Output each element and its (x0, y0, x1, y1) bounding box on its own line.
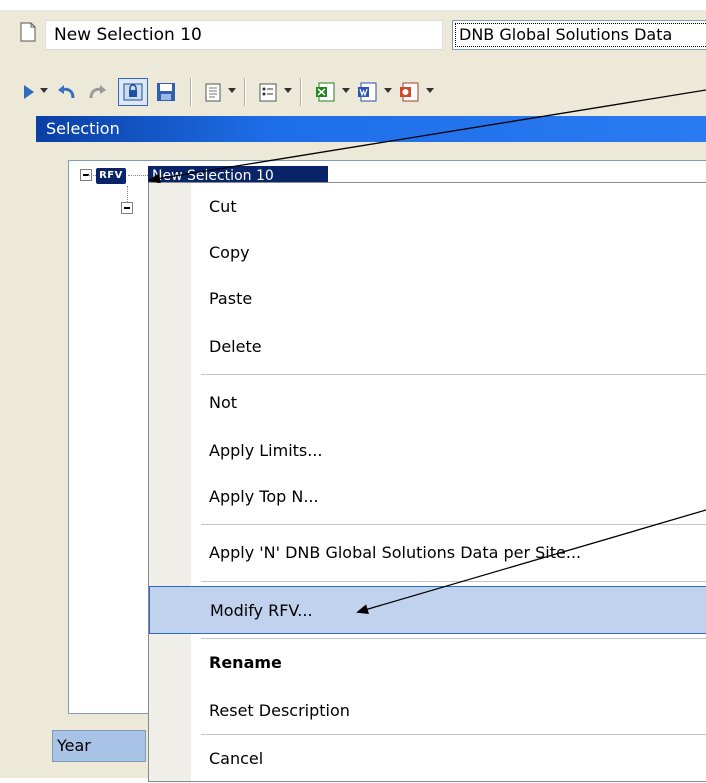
context-menu: Cut Copy Paste Delete Not Apply Limits..… (148, 182, 706, 782)
menu-item-cut[interactable]: Cut (149, 183, 706, 231)
selection-panel-header: Selection (36, 116, 706, 142)
redo-icon (89, 85, 106, 99)
excel-dropdown-arrow[interactable] (342, 88, 350, 93)
menu-item-apply-limits[interactable]: Apply Limits... (149, 427, 706, 475)
menu-separator (201, 374, 706, 375)
menu-separator (201, 524, 706, 525)
word-icon (358, 82, 377, 102)
export-icon (400, 82, 419, 102)
excel-button[interactable] (312, 78, 338, 106)
menu-item-cancel[interactable]: Cancel (149, 735, 706, 783)
year-row[interactable]: Year (52, 730, 146, 762)
toolbar-separator (300, 78, 302, 106)
selection-name-field[interactable]: New Selection 10 (45, 20, 443, 50)
play-dropdown-arrow[interactable] (40, 88, 48, 93)
play-button[interactable] (20, 78, 38, 106)
rfv-node-icon[interactable]: RFV (96, 168, 126, 184)
list-icon (259, 83, 277, 102)
undo-icon (58, 85, 75, 99)
save-button[interactable] (152, 78, 180, 106)
menu-item-paste[interactable]: Paste (149, 275, 706, 323)
tree-connector (128, 175, 148, 176)
menu-item-delete[interactable]: Delete (149, 323, 706, 371)
word-dropdown-arrow[interactable] (384, 88, 392, 93)
tree-connector (88, 175, 96, 176)
toolbar-separator (190, 78, 192, 106)
notes-dropdown-arrow[interactable] (228, 88, 236, 93)
export-dropdown-arrow[interactable] (426, 88, 434, 93)
menu-item-apply-n-per-site[interactable]: Apply 'N' DNB Global Solutions Data per … (149, 529, 706, 577)
menu-item-reset-description[interactable]: Reset Description (149, 687, 706, 735)
menu-item-not[interactable]: Not (149, 379, 706, 427)
word-button[interactable] (354, 78, 380, 106)
lock-icon (123, 83, 143, 101)
redo-button[interactable] (84, 78, 112, 106)
tree-connector (127, 186, 128, 202)
menu-item-apply-top-n[interactable]: Apply Top N... (149, 473, 706, 521)
play-icon (24, 85, 34, 99)
list-dropdown-arrow[interactable] (284, 88, 292, 93)
excel-icon (316, 82, 335, 102)
menu-item-copy[interactable]: Copy (149, 229, 706, 277)
menu-item-rename[interactable]: Rename (149, 639, 706, 687)
undo-button[interactable] (52, 78, 80, 106)
export-button[interactable] (396, 78, 422, 106)
top-strip (0, 0, 706, 10)
document-icon (20, 22, 36, 42)
notes-button[interactable] (202, 78, 224, 106)
toolbar-separator (244, 78, 246, 106)
data-source-dropdown[interactable]: DNB Global Solutions Data (452, 20, 706, 50)
collapse-icon[interactable] (121, 202, 133, 214)
list-button[interactable] (256, 78, 280, 106)
lock-button[interactable] (118, 78, 148, 106)
data-source-label: DNB Global Solutions Data (459, 25, 673, 44)
menu-item-modify-rfv[interactable]: Modify RFV... (149, 586, 706, 634)
menu-separator (201, 581, 706, 582)
left-margin (0, 116, 36, 778)
save-icon (157, 83, 175, 101)
notes-icon (205, 83, 221, 102)
